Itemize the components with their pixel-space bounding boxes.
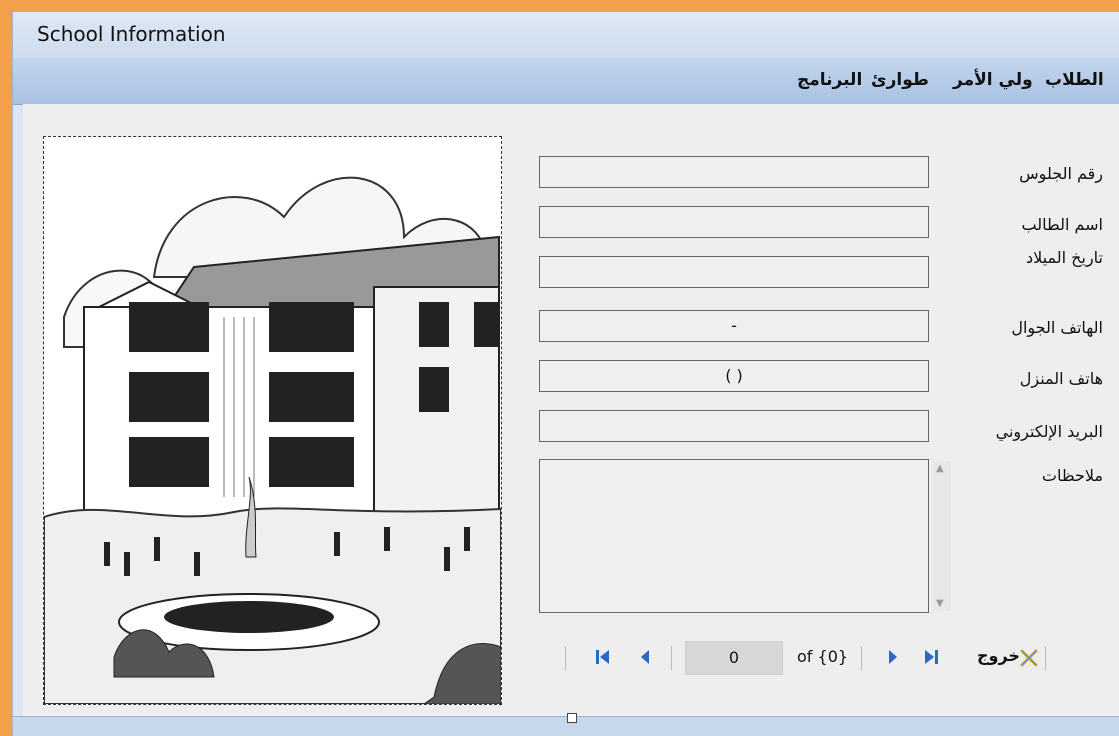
menu-guardian[interactable]: ولي الأمر [953, 70, 1033, 90]
last-record-icon[interactable] [921, 647, 941, 667]
exit-label: خروج [977, 646, 1020, 665]
previous-record-icon[interactable] [635, 647, 655, 667]
label-email: البريد الإلكتروني [995, 422, 1103, 441]
navigator-separator [671, 646, 672, 670]
label-mobile-phone: الهاتف الجوال [1011, 318, 1103, 337]
email-field[interactable] [539, 410, 929, 442]
home-phone-field[interactable]: ( ) [539, 360, 929, 392]
birth-date-field[interactable] [539, 256, 929, 288]
next-record-icon[interactable] [883, 647, 903, 667]
label-notes: ملاحظات [1041, 466, 1103, 485]
school-photo [43, 136, 502, 705]
menu-emergency[interactable]: طوارئ [871, 70, 929, 90]
record-navigator: 0 of {0} خروج [565, 638, 1105, 678]
main-window: School Information الطلاب ولي الأمر طوار… [12, 12, 1119, 736]
label-home-phone: هاتف المنزل [1019, 369, 1103, 388]
label-birth-date: تاريخ الميلاد [1026, 248, 1103, 267]
bottom-strip [13, 713, 1119, 736]
close-icon [1020, 649, 1038, 667]
scroll-up-icon[interactable]: ▲ [936, 463, 944, 474]
navigator-separator-2 [861, 646, 862, 670]
position-box[interactable]: 0 [685, 641, 783, 675]
navigator-end-separator [1045, 646, 1046, 670]
record-count-text: of {0} [797, 647, 849, 666]
window-title: School Information [37, 22, 226, 46]
notes-field[interactable] [539, 459, 929, 613]
first-record-icon[interactable] [593, 647, 613, 667]
label-seat-number: رقم الجلوس [1019, 164, 1103, 183]
notes-scrollbar[interactable]: ▲ ▼ [933, 461, 951, 611]
menu-students[interactable]: الطلاب [1045, 70, 1104, 90]
resize-grip[interactable] [567, 713, 577, 723]
title-bar: School Information [13, 12, 1119, 58]
menu-bar: الطلاب ولي الأمر طوارئ البرنامج [13, 58, 1119, 105]
mobile-phone-field[interactable]: - [539, 310, 929, 342]
label-student-name: اسم الطالب [1021, 215, 1104, 234]
student-name-field[interactable] [539, 206, 929, 238]
navigator-grip [565, 646, 566, 670]
seat-number-field[interactable] [539, 156, 929, 188]
menu-program[interactable]: البرنامج [797, 70, 862, 90]
scroll-down-icon[interactable]: ▼ [936, 598, 944, 609]
